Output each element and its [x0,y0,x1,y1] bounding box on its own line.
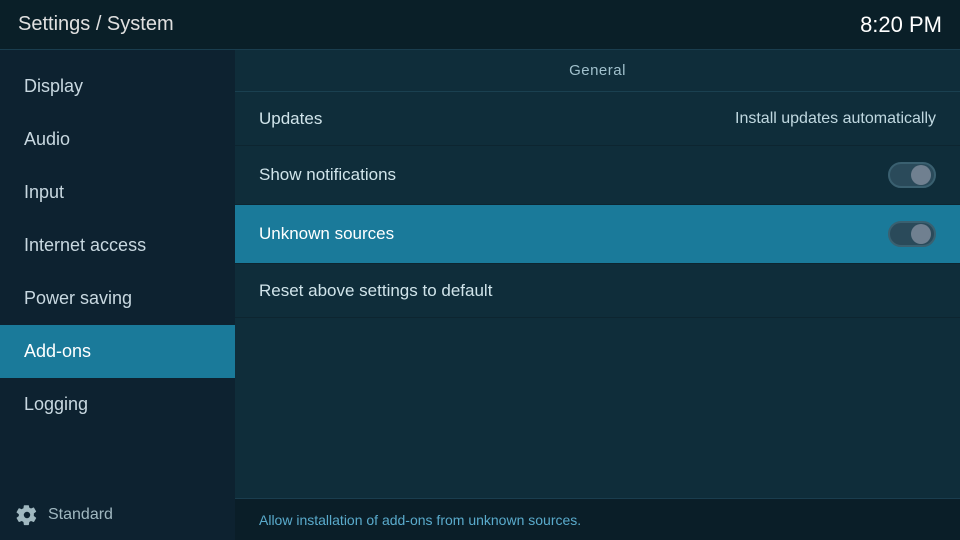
setting-row-show-notifications[interactable]: Show notifications [235,146,960,205]
show-notifications-toggle[interactable] [888,162,936,188]
page-title: Settings / System [18,13,174,36]
unknown-sources-toggle[interactable] [888,221,936,247]
sidebar-item-logging[interactable]: Logging [0,378,235,431]
setting-row-updates[interactable]: Updates Install updates automatically [235,92,960,146]
sidebar-footer: Standard [0,490,235,540]
standard-label: Standard [48,506,113,524]
sidebar-item-display[interactable]: Display [0,60,235,113]
content-area: General Updates Install updates automati… [235,50,960,540]
setting-row-unknown-sources[interactable]: Unknown sources [235,205,960,264]
sidebar-item-input[interactable]: Input [0,166,235,219]
setting-row-reset[interactable]: Reset above settings to default [235,264,960,318]
toggle-knob-2 [911,224,931,244]
sidebar-item-audio[interactable]: Audio [0,113,235,166]
sidebar-item-add-ons[interactable]: Add-ons [0,325,235,378]
header: Settings / System 8:20 PM [0,0,960,50]
updates-label: Updates [259,109,322,129]
sidebar-item-power-saving[interactable]: Power saving [0,272,235,325]
toggle-knob [911,165,931,185]
section-header: General [235,50,960,92]
main-layout: Display Audio Input Internet access Powe… [0,50,960,540]
show-notifications-label: Show notifications [259,165,396,185]
sidebar-item-internet-access[interactable]: Internet access [0,219,235,272]
unknown-sources-label: Unknown sources [259,224,394,244]
updates-value: Install updates automatically [735,110,936,128]
footer-bar: Allow installation of add-ons from unkno… [235,498,960,540]
clock: 8:20 PM [860,12,942,38]
content-inner: General Updates Install updates automati… [235,50,960,498]
sidebar: Display Audio Input Internet access Powe… [0,50,235,540]
footer-description: Allow installation of add-ons from unkno… [259,512,581,528]
gear-icon [16,504,38,526]
reset-label: Reset above settings to default [259,281,492,301]
